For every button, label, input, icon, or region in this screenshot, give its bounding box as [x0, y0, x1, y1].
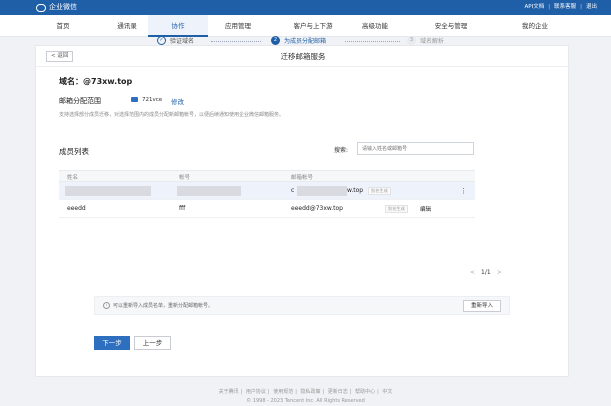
- modify-range-link[interactable]: 修改: [171, 96, 184, 106]
- footer-link[interactable]: 用户协议: [246, 389, 266, 395]
- footer-link[interactable]: 使用规范: [273, 389, 293, 395]
- app-name: 企业微信: [49, 3, 77, 11]
- alias-badge: 别名生成: [385, 205, 408, 213]
- tab-home[interactable]: 首页: [33, 15, 93, 37]
- folder-icon: [131, 97, 138, 102]
- footer-link[interactable]: 隐私政策: [300, 389, 320, 395]
- search-label: 搜索:: [334, 147, 349, 154]
- email-prefix: c: [291, 187, 295, 194]
- redacted-name: [65, 186, 151, 196]
- next-step-button[interactable]: 下一步: [94, 336, 130, 350]
- pagination: < 1/1 >: [470, 269, 502, 276]
- step-label: 为成员分配邮箱: [284, 38, 327, 45]
- member-account: fff: [179, 205, 186, 212]
- tab-collaboration[interactable]: 协作: [148, 15, 208, 37]
- more-icon[interactable]: ⋮: [460, 187, 467, 195]
- step-assign-mailbox: 2 为成员分配邮箱: [271, 36, 326, 45]
- table-row[interactable]: eeedd fff eeedd@73xw.top 别名生成 编辑: [59, 200, 475, 218]
- api-docs-link[interactable]: API文档: [525, 2, 545, 13]
- divider: |: [548, 4, 551, 10]
- domain-label: 域名：@73xw.top: [59, 77, 133, 86]
- stepper: ✓ 验证域名 2 为成员分配邮箱 3 域名解析: [120, 36, 460, 48]
- wecom-logo-icon: [36, 3, 46, 12]
- column-name: 姓名: [67, 175, 79, 181]
- member-email: eeedd@73xw.top: [291, 205, 343, 212]
- contact-support-link[interactable]: 联系客服: [554, 2, 576, 13]
- step-number: 3: [407, 36, 416, 45]
- page-title: 迁移邮箱服务: [280, 52, 326, 61]
- main-nav: 首页 通讯录 协作 应用管理 客户与上下游 高级功能 安全与管理 我的企业: [0, 15, 611, 37]
- footer-link[interactable]: 更新日志: [328, 389, 348, 395]
- step-dns: 3 域名解析: [407, 36, 444, 45]
- panel-header: < 返回 迁移邮箱服务: [36, 46, 570, 67]
- search-input[interactable]: [357, 142, 474, 155]
- step-connector: [345, 41, 400, 42]
- step-connector: [211, 41, 261, 42]
- alias-badge: 别名生成: [368, 187, 391, 195]
- step-label: 域名解析: [420, 38, 445, 45]
- language-selector[interactable]: 中文: [382, 389, 392, 395]
- logout-link[interactable]: 退出: [586, 2, 597, 13]
- copyright: © 1998 - 2023 Tencent Inc. All Rights Re…: [246, 398, 365, 404]
- column-email: 邮箱帐号: [291, 175, 314, 181]
- table-header: 姓名 帐号 邮箱帐号: [59, 170, 475, 182]
- email-suffix: w.top: [347, 187, 364, 194]
- top-bar: 企业微信 API文档 | 联系客服 | 退出: [0, 0, 611, 15]
- prev-page-icon[interactable]: <: [470, 269, 475, 276]
- page-indicator: 1/1: [481, 269, 491, 276]
- table-row[interactable]: c w.top 别名生成 ⋮: [59, 182, 475, 200]
- tab-security[interactable]: 安全与管理: [421, 15, 481, 37]
- footer-links: 关于腾讯 | 用户协议 | 使用规范 | 隐私政策 | 更新日志 | 帮助中心 | 中文: [218, 389, 393, 395]
- range-hint: 支持选择部分成员迁移，对选择范围内的成员分配新邮箱帐号，以便后续通知使用企业微信…: [59, 112, 285, 118]
- members-table: 姓名 帐号 邮箱帐号 c w.top 别名生成 ⋮ eeedd fff eeed…: [59, 170, 475, 218]
- app-logo[interactable]: 企业微信: [36, 2, 77, 13]
- range-value: 721vce: [142, 97, 163, 103]
- footer-link[interactable]: 帮助中心: [355, 389, 375, 395]
- reimport-bar: i 可以重新导入成员名单，重新分配邮箱帐号。 重新导入: [94, 296, 510, 315]
- range-label: 邮箱分配范围: [59, 97, 101, 105]
- edit-button[interactable]: 编辑: [420, 205, 431, 213]
- top-links: API文档 | 联系客服 | 退出: [525, 2, 597, 13]
- tab-app-management[interactable]: 应用管理: [208, 15, 268, 37]
- tab-my-company[interactable]: 我的企业: [505, 15, 565, 37]
- previous-step-button[interactable]: 上一步: [134, 336, 171, 350]
- tab-customers[interactable]: 客户与上下游: [283, 15, 343, 37]
- next-page-icon[interactable]: >: [497, 269, 502, 276]
- reimport-hint: 可以重新导入成员名单，重新分配邮箱帐号。: [113, 303, 214, 309]
- redacted-email: [297, 186, 347, 196]
- step-number: 2: [271, 36, 280, 45]
- step-verify-domain: ✓ 验证域名: [157, 36, 194, 45]
- check-icon: ✓: [157, 36, 166, 45]
- column-account: 帐号: [179, 175, 191, 181]
- info-icon: i: [103, 302, 110, 309]
- footer-link[interactable]: 关于腾讯: [219, 389, 239, 395]
- divider: |: [580, 4, 582, 10]
- redacted-account: [177, 186, 241, 196]
- member-name: eeedd: [67, 205, 86, 212]
- tab-advanced[interactable]: 高级功能: [345, 15, 405, 37]
- step-label: 验证域名: [170, 38, 195, 45]
- reimport-button[interactable]: 重新导入: [462, 300, 501, 312]
- members-title: 成员列表: [59, 147, 89, 156]
